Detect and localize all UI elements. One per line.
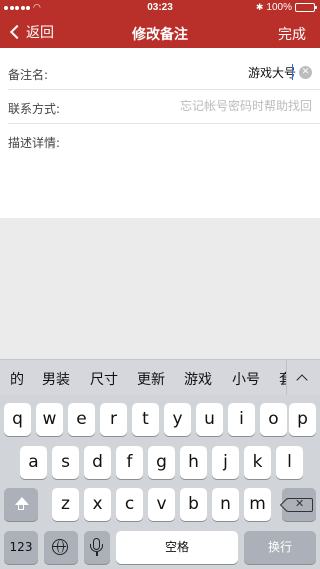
navigation-bar: 返回 修改备注 完成	[0, 16, 320, 48]
dictation-key[interactable]	[84, 531, 110, 564]
suggestion-item[interactable]: 游戏	[184, 369, 212, 389]
remark-form: 备注名: ✕ 联系方式: 描述详情:	[0, 48, 320, 218]
suggestion-item[interactable]: 的	[10, 369, 24, 389]
key-o[interactable]: o	[260, 403, 287, 436]
key-h[interactable]: h	[180, 446, 207, 479]
key-u[interactable]: u	[196, 403, 223, 436]
key-w[interactable]: w	[36, 403, 63, 436]
contact-input[interactable]	[112, 96, 312, 116]
key-n[interactable]: n	[212, 488, 239, 521]
key-g[interactable]: g	[148, 446, 175, 479]
battery-group: ✱ 100%	[255, 2, 317, 13]
battery-label: 100%	[266, 2, 292, 13]
status-bar: ◠ 03:23 ✱ 100%	[0, 0, 320, 16]
key-t[interactable]: t	[132, 403, 159, 436]
key-m[interactable]: m	[244, 488, 271, 521]
divider	[286, 360, 287, 396]
clear-icon[interactable]: ✕	[299, 66, 312, 79]
details-textarea[interactable]	[8, 152, 312, 214]
key-b[interactable]: b	[180, 488, 207, 521]
key-d[interactable]: d	[84, 446, 111, 479]
suggestion-item[interactable]: 男装	[42, 369, 70, 389]
suggestion-item[interactable]: 小号	[232, 369, 260, 389]
numbers-key[interactable]: 123	[4, 531, 38, 564]
globe-icon	[52, 539, 68, 555]
key-p[interactable]: p	[289, 403, 316, 436]
bluetooth-icon: ✱	[255, 2, 264, 12]
key-c[interactable]: c	[116, 488, 143, 521]
suggestion-item[interactable]: 更新	[137, 369, 165, 389]
page-title: 修改备注	[132, 27, 188, 43]
key-e[interactable]: e	[68, 403, 95, 436]
key-x[interactable]: x	[84, 488, 111, 521]
text-caret	[292, 64, 293, 80]
suggestion-item[interactable]: 尺寸	[90, 369, 118, 389]
remark-name-row: 备注名: ✕	[0, 56, 320, 90]
key-s[interactable]: s	[52, 446, 79, 479]
key-z[interactable]: z	[52, 488, 79, 521]
key-a[interactable]: a	[20, 446, 47, 479]
key-y[interactable]: y	[164, 403, 191, 436]
suggestion-item[interactable]: 套	[279, 369, 286, 389]
battery-icon	[295, 3, 317, 12]
key-j[interactable]: j	[212, 446, 239, 479]
key-v[interactable]: v	[148, 488, 175, 521]
key-r[interactable]: r	[100, 403, 127, 436]
key-k[interactable]: k	[244, 446, 271, 479]
remark-name-input[interactable]	[116, 62, 296, 82]
done-button[interactable]: 完成	[278, 24, 306, 44]
key-l[interactable]: l	[276, 446, 303, 479]
chevron-up-icon[interactable]	[292, 370, 314, 388]
remark-name-label: 备注名:	[8, 68, 49, 82]
key-f[interactable]: f	[116, 446, 143, 479]
contact-label: 联系方式:	[8, 102, 61, 116]
return-key[interactable]: 换行	[244, 531, 316, 564]
details-label: 描述详情:	[8, 136, 61, 150]
suggestion-bar: 的 男装 尺寸 更新 游戏 小号 套	[0, 359, 320, 396]
space-key[interactable]: 空格	[116, 531, 238, 564]
key-q[interactable]: q	[4, 403, 31, 436]
contact-row: 联系方式:	[0, 90, 320, 124]
key-i[interactable]: i	[228, 403, 255, 436]
delete-key[interactable]: ✕	[282, 488, 316, 521]
shift-key[interactable]	[4, 488, 38, 521]
globe-key[interactable]	[44, 531, 78, 564]
keyboard: q w e r t y u i o p a s d f g h j k l z …	[0, 395, 320, 569]
